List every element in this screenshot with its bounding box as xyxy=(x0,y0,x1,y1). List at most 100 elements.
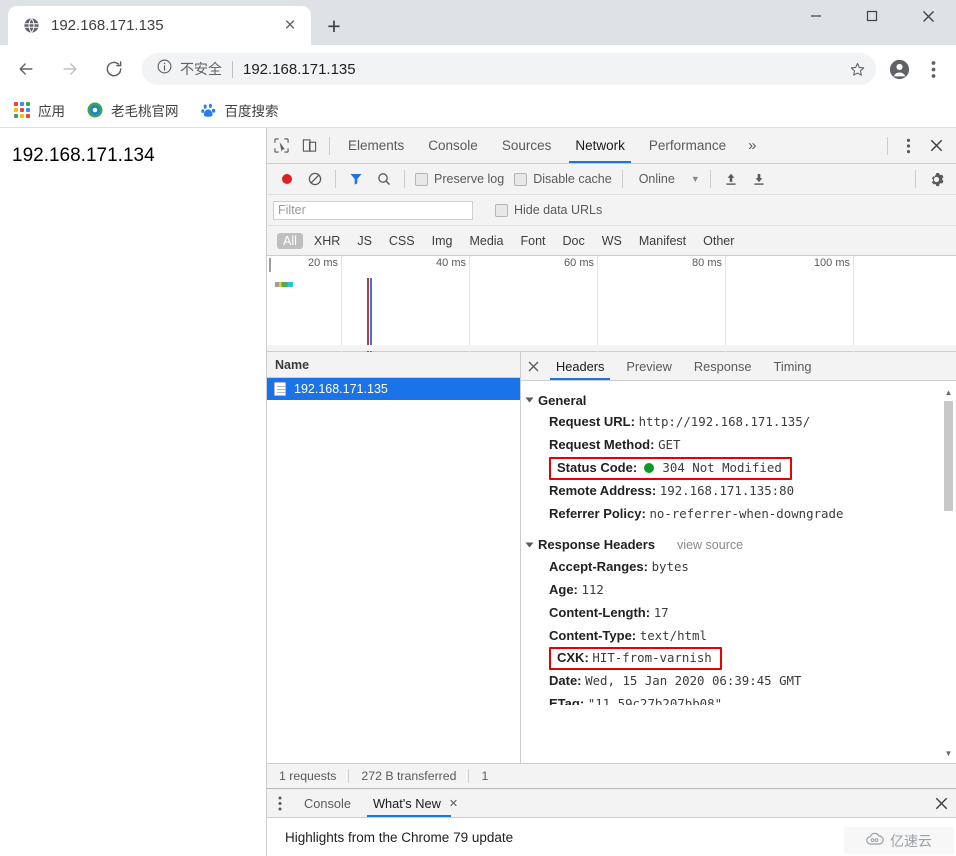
type-chip-xhr[interactable]: XHR xyxy=(308,233,346,249)
new-tab-button[interactable]: + xyxy=(318,11,350,41)
gear-icon[interactable] xyxy=(922,165,950,193)
checkbox-box xyxy=(514,172,528,186)
bookmark-item-apps[interactable]: 应用 xyxy=(6,97,73,123)
device-toolbar-icon[interactable] xyxy=(295,132,323,160)
bookmark-item-laomaotao[interactable]: 老毛桃官网 xyxy=(79,97,187,123)
clear-icon[interactable] xyxy=(301,165,329,193)
tab-title: 192.168.171.135 xyxy=(51,17,164,34)
detail-tab-headers[interactable]: Headers xyxy=(545,352,615,380)
drawer-close-icon[interactable] xyxy=(926,789,956,817)
type-chip-img[interactable]: Img xyxy=(426,233,459,249)
dom-content-loaded-marker xyxy=(367,278,369,352)
header-row: Accept-Ranges: bytes xyxy=(521,556,956,579)
forward-button[interactable] xyxy=(52,51,88,87)
view-source-link[interactable]: view source xyxy=(677,538,743,552)
tab-close-icon[interactable]: × xyxy=(276,12,304,40)
header-key: Request Method: xyxy=(549,436,655,452)
back-button[interactable] xyxy=(8,51,44,87)
disable-cache-checkbox[interactable]: Disable cache xyxy=(514,172,612,186)
devtools-panel-tabbar: Elements Console Sources Network Perform… xyxy=(267,128,956,164)
hide-data-urls-checkbox[interactable]: Hide data URLs xyxy=(495,203,602,217)
browser-menu-icon[interactable] xyxy=(916,52,950,86)
bookmark-item-baidu[interactable]: 百度搜索 xyxy=(193,97,287,123)
section-header[interactable]: General xyxy=(521,389,956,411)
cloud-icon xyxy=(866,832,886,849)
tab-performance[interactable]: Performance xyxy=(637,128,738,163)
type-chip-all[interactable]: All xyxy=(277,232,303,249)
network-split-view: Name 192.168.171.135 Headers Preview Res… xyxy=(267,352,956,763)
import-har-icon[interactable] xyxy=(717,165,745,193)
header-key: Status Code: xyxy=(557,459,638,475)
filter-funnel-icon[interactable] xyxy=(342,165,370,193)
url-text[interactable]: 192.168.171.135 xyxy=(243,61,842,78)
site-security-chip[interactable]: 不安全 xyxy=(142,58,222,80)
drawer-tab-console[interactable]: Console xyxy=(293,789,362,817)
type-chip-font[interactable]: Font xyxy=(515,233,552,249)
page-viewport: 192.168.171.134 xyxy=(0,128,266,856)
type-chip-ws[interactable]: WS xyxy=(596,233,628,249)
omnibox-divider xyxy=(232,60,233,78)
detail-scrollbar[interactable]: ▲ ▼ xyxy=(943,387,954,759)
record-button-icon[interactable] xyxy=(273,165,301,193)
address-bar[interactable]: 不安全 192.168.171.135 xyxy=(142,53,876,85)
minimize-button[interactable] xyxy=(788,0,844,32)
export-har-icon[interactable] xyxy=(745,165,773,193)
account-circle-icon[interactable] xyxy=(882,52,916,86)
bookmarks-bar: 应用 老毛桃官网 百度搜索 xyxy=(0,93,956,128)
reload-button[interactable] xyxy=(96,51,132,87)
header-value: 304 Not Modified xyxy=(662,459,782,475)
divider xyxy=(887,136,888,155)
browser-tab[interactable]: 192.168.171.135 × xyxy=(8,6,311,45)
filter-input[interactable] xyxy=(273,200,473,220)
header-value: http://192.168.171.135/ xyxy=(638,414,811,429)
scrollbar-thumb[interactable] xyxy=(944,401,953,511)
bookmark-star-icon[interactable] xyxy=(842,54,872,84)
detail-tab-timing[interactable]: Timing xyxy=(763,352,823,380)
devtools-close-icon[interactable] xyxy=(922,132,950,160)
network-status-bar: 1 requests 272 B transferred 1 xyxy=(267,763,956,788)
section-header[interactable]: Response Headers view source xyxy=(521,534,956,556)
scroll-down-icon[interactable]: ▼ xyxy=(943,748,954,759)
header-key: CXK: xyxy=(557,650,589,666)
type-chip-media[interactable]: Media xyxy=(463,233,509,249)
devtools-drawer: Console What's New ✕ Highlights from the… xyxy=(267,788,956,856)
type-chip-manifest[interactable]: Manifest xyxy=(633,233,692,249)
drawer-menu-icon[interactable] xyxy=(267,789,293,817)
tab-network[interactable]: Network xyxy=(563,128,637,163)
timeline-tick-label: 60 ms xyxy=(564,257,594,269)
headers-content: General Request URL: http://192.168.171.… xyxy=(521,381,956,763)
detail-close-icon[interactable] xyxy=(521,352,545,380)
close-window-button[interactable] xyxy=(900,0,956,32)
detail-tab-response[interactable]: Response xyxy=(683,352,763,380)
type-chip-doc[interactable]: Doc xyxy=(557,233,591,249)
drawer-tab-close-icon[interactable]: ✕ xyxy=(449,797,458,810)
maximize-button[interactable] xyxy=(844,0,900,32)
search-icon[interactable] xyxy=(370,165,398,193)
type-chip-other[interactable]: Other xyxy=(697,233,740,249)
header-key: Content-Length: xyxy=(549,604,651,620)
panel-tabs: Elements Console Sources Network Perform… xyxy=(336,128,881,163)
type-chip-css[interactable]: CSS xyxy=(383,233,421,249)
devtools-panel: Elements Console Sources Network Perform… xyxy=(266,128,956,856)
devtools-settings-kebab-icon[interactable] xyxy=(894,132,922,160)
network-overview-timeline[interactable]: 20 ms 40 ms 60 ms 80 ms 100 ms xyxy=(267,256,956,352)
preserve-log-checkbox[interactable]: Preserve log xyxy=(415,172,504,186)
tab-console[interactable]: Console xyxy=(416,128,490,163)
scroll-up-icon[interactable]: ▲ xyxy=(943,387,954,398)
tab-elements[interactable]: Elements xyxy=(336,128,416,163)
type-chip-js[interactable]: JS xyxy=(351,233,378,249)
detail-tabbar: Headers Preview Response Timing xyxy=(521,352,956,381)
page-body-text: 192.168.171.134 xyxy=(12,145,155,166)
tab-sources[interactable]: Sources xyxy=(490,128,564,163)
throttling-select[interactable]: Online ▼ xyxy=(639,172,700,186)
inspect-element-icon[interactable] xyxy=(267,132,295,160)
browser-toolbar: 不安全 192.168.171.135 xyxy=(0,45,956,93)
whats-new-headline: Highlights from the Chrome 79 update xyxy=(285,829,514,845)
divider xyxy=(621,170,623,188)
more-panels-icon[interactable]: » xyxy=(738,128,766,163)
table-row[interactable]: 192.168.171.135 xyxy=(267,378,520,400)
request-list: Name 192.168.171.135 xyxy=(267,352,521,763)
detail-tab-preview[interactable]: Preview xyxy=(615,352,683,380)
drawer-tab-whats-new[interactable]: What's New ✕ xyxy=(362,789,469,817)
status-ok-dot-icon xyxy=(643,462,654,473)
